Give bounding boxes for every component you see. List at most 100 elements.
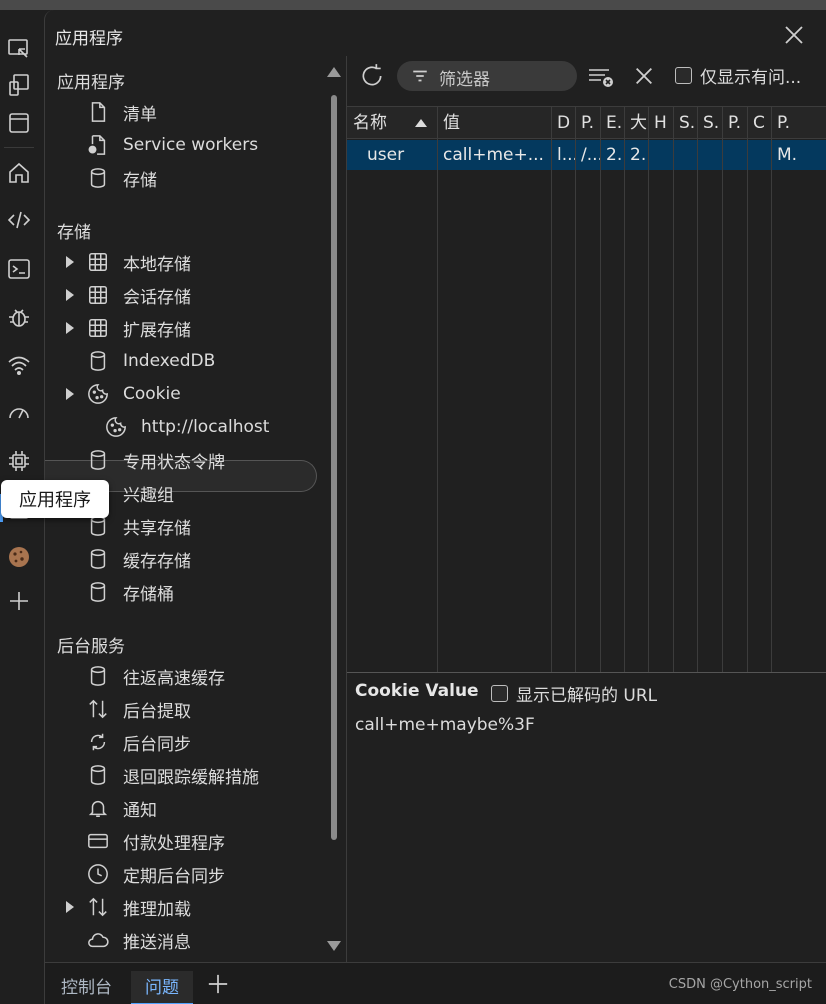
table-icon: [87, 251, 109, 273]
tree-item-manifest[interactable]: 清单: [45, 97, 345, 127]
column-divider[interactable]: [624, 107, 625, 673]
column-divider[interactable]: [575, 107, 576, 673]
tree-item-indexeddb[interactable]: IndexedDB: [45, 346, 345, 376]
refresh-icon[interactable]: [359, 63, 385, 89]
scroll-up-arrow-icon[interactable]: [327, 67, 341, 77]
tree-item-local-storage[interactable]: 本地存储: [45, 247, 345, 277]
cookie-icon: [105, 416, 127, 438]
tree-item-http-localhost[interactable]: http://localhost: [45, 412, 345, 442]
expand-arrow-icon[interactable]: [66, 388, 74, 400]
scroll-down-arrow-icon[interactable]: [327, 941, 341, 951]
column-header-partition-key[interactable]: P.: [722, 107, 747, 139]
add-tool-icon[interactable]: [6, 588, 32, 614]
only-show-issues-toggle[interactable]: 仅显示有问...: [675, 63, 801, 88]
tree-item-background-sync[interactable]: 后台同步: [45, 727, 345, 757]
tree-item-payment-handler[interactable]: 付款处理程序: [45, 826, 345, 856]
table-icon: [87, 317, 109, 339]
column-header-expires[interactable]: E.: [600, 107, 624, 139]
bug-icon[interactable]: [6, 304, 32, 330]
scroll-thumb[interactable]: [331, 95, 337, 840]
device-emulation-icon[interactable]: [6, 72, 32, 98]
column-divider[interactable]: [551, 107, 552, 673]
column-header-path[interactable]: P.: [575, 107, 600, 139]
expand-arrow-icon[interactable]: [66, 289, 74, 301]
column-divider[interactable]: [722, 107, 723, 673]
expand-arrow-icon[interactable]: [66, 901, 74, 913]
tree-item-storage[interactable]: 存储: [45, 163, 345, 193]
cell-samesite: [697, 140, 722, 170]
table-row[interactable]: user call+me+... l... /... 2... 2... M.: [347, 140, 826, 170]
console-icon[interactable]: [6, 256, 32, 282]
delete-selected-icon[interactable]: [633, 65, 655, 87]
expand-arrow-icon[interactable]: [66, 322, 74, 334]
tree-item-session-storage[interactable]: 会话存储: [45, 280, 345, 310]
column-divider[interactable]: [747, 107, 748, 673]
column-header-domain[interactable]: D: [551, 107, 575, 139]
gear-document-icon: [87, 134, 109, 156]
cell-secure: [673, 140, 697, 170]
column-divider[interactable]: [697, 107, 698, 673]
watermark: CSDN @Cython_script: [668, 977, 812, 992]
column-header-value[interactable]: 值: [437, 107, 551, 139]
expand-arrow-icon[interactable]: [66, 256, 74, 268]
tree-item-cache-storage[interactable]: 缓存存储: [45, 544, 345, 574]
column-header-httponly[interactable]: H: [648, 107, 673, 139]
decode-url-label: 显示已解码的 URL: [516, 686, 658, 706]
cookie-value-pane: Cookie Value 显示已解码的 URL call+me+maybe%3F: [347, 672, 826, 972]
close-icon[interactable]: [782, 23, 806, 47]
tree-item-service-workers[interactable]: Service workers: [45, 130, 345, 160]
cookie-value-title: Cookie Value: [355, 681, 479, 701]
application-panel: 应用程序 应用程序 清单 Service workers 存储 存储 本地存储 …: [44, 10, 826, 1004]
column-header-secure[interactable]: S.: [673, 107, 697, 139]
only-issues-checkbox[interactable]: [675, 67, 692, 84]
section-background-services: 后台服务: [57, 637, 125, 657]
home-icon[interactable]: [6, 160, 32, 186]
tree-scrollbar[interactable]: [327, 65, 341, 965]
tab-issues[interactable]: 问题: [131, 971, 193, 1004]
column-divider[interactable]: [771, 107, 772, 673]
show-decoded-url-toggle[interactable]: 显示已解码的 URL: [491, 681, 657, 706]
column-header-cross-site[interactable]: C: [747, 107, 771, 139]
tree-item-background-fetch[interactable]: 后台提取: [45, 694, 345, 724]
cookie-value-text: call+me+maybe%3F: [355, 715, 535, 735]
tree-item-private-state-tokens[interactable]: 专用状态令牌: [45, 445, 345, 475]
tree-item-extension-storage[interactable]: 扩展存储: [45, 313, 345, 343]
elements-code-icon[interactable]: [6, 207, 32, 233]
cell-path: /...: [581, 145, 600, 165]
tree-item-bounce-tracking[interactable]: 退回跟踪缓解措施: [45, 760, 345, 790]
cell-domain: l...: [557, 145, 575, 165]
filter-input[interactable]: 筛选器: [397, 61, 577, 91]
cookie-toolbar: 筛选器 仅显示有问...: [347, 56, 826, 96]
clear-all-cookies-icon[interactable]: [587, 64, 615, 88]
tree-item-back-forward-cache[interactable]: 往返高速缓存: [45, 661, 345, 691]
column-header-priority[interactable]: P.: [771, 107, 826, 139]
tree-item-storage-buckets[interactable]: 存储桶: [45, 577, 345, 607]
inspect-element-icon[interactable]: [6, 36, 32, 62]
cookie-extension-icon[interactable]: [6, 544, 32, 570]
tree-item-notifications[interactable]: 通知: [45, 793, 345, 823]
column-divider[interactable]: [648, 107, 649, 673]
tree-item-push-messaging[interactable]: 推送消息: [45, 925, 345, 955]
performance-gauge-icon[interactable]: [6, 400, 32, 426]
column-divider[interactable]: [600, 107, 601, 673]
add-tab-icon[interactable]: [207, 973, 229, 995]
column-divider[interactable]: [673, 107, 674, 673]
network-wifi-icon[interactable]: [6, 352, 32, 378]
column-header-samesite[interactable]: S.: [697, 107, 722, 139]
database-icon: [87, 581, 109, 603]
tree-item-cookie[interactable]: Cookie: [45, 379, 345, 409]
database-icon: [87, 764, 109, 786]
window-icon[interactable]: [6, 110, 32, 136]
sync-icon: [87, 731, 109, 753]
decode-url-checkbox[interactable]: [491, 685, 508, 702]
tab-console[interactable]: 控制台: [47, 971, 126, 1004]
cell-httponly: [648, 140, 673, 170]
window-top-strip: [0, 0, 826, 10]
cookie-icon: [87, 383, 109, 405]
section-application: 应用程序: [57, 73, 125, 93]
tree-item-periodic-sync[interactable]: 定期后台同步: [45, 859, 345, 889]
column-divider[interactable]: [437, 107, 438, 673]
column-header-size[interactable]: 大: [624, 107, 648, 139]
tree-item-speculative-loads[interactable]: 推理加载: [45, 892, 345, 922]
memory-chip-icon[interactable]: [6, 448, 32, 474]
